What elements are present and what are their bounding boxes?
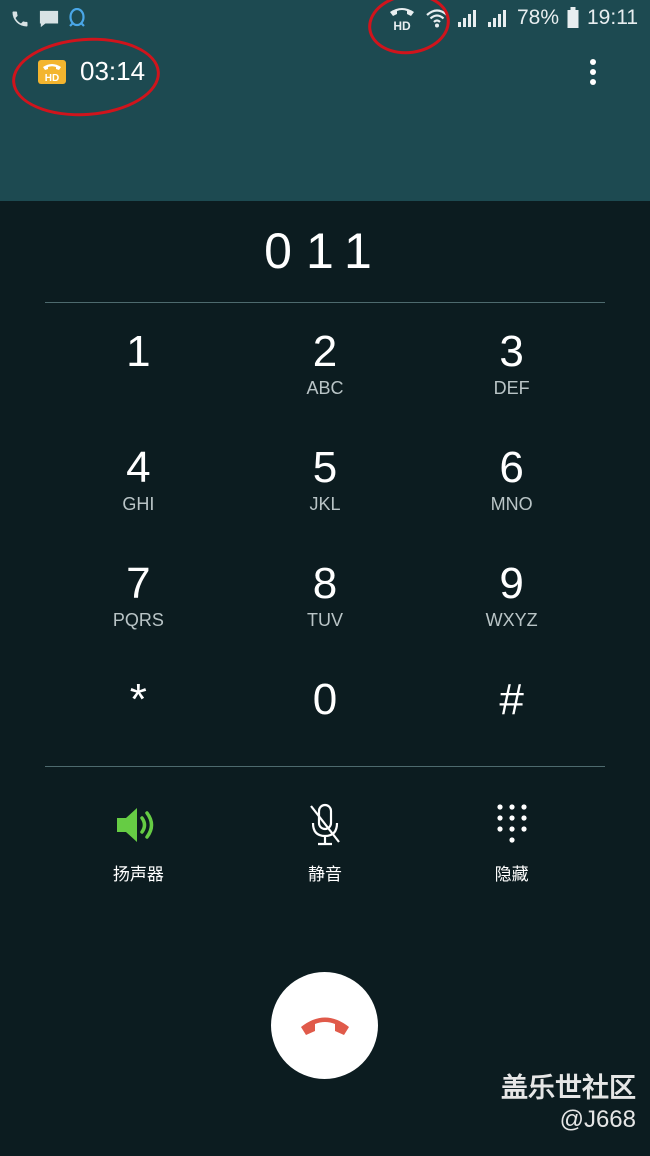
key-letters: GHI [122,494,155,514]
battery-icon [567,7,579,28]
speaker-button[interactable]: 扬声器 [45,800,232,885]
menu-dot-icon [590,69,596,75]
mic-off-icon [310,803,340,846]
speaker-icon [117,808,154,842]
hide-label: 隐藏 [494,865,529,885]
menu-dot-icon [590,79,596,85]
clock: 19:11 [587,6,638,29]
key-digit: 6 [499,443,524,492]
key-letters: PQRS [112,610,164,630]
key-star[interactable]: * [45,658,232,774]
key-1[interactable]: 1 [45,310,232,426]
key-digit: 4 [126,443,151,492]
key-digit: 8 [312,559,338,608]
key-letters: MNO [490,494,533,514]
key-5[interactable]: 5 JKL [232,426,419,542]
key-4[interactable]: 4 GHI [45,426,232,542]
key-3[interactable]: 3 DEF [418,310,605,426]
key-digit: 5 [312,443,338,492]
call-header: HD 78% 19:11 HD 03:14 [0,0,650,201]
mute-button[interactable]: 静音 [232,800,419,885]
menu-dot-icon [590,59,596,65]
signal-icon [457,10,476,27]
mute-label: 静音 [307,865,342,885]
phone-icon [12,11,28,27]
end-call-icon [300,1017,349,1035]
key-digit: 3 [499,327,524,376]
dialpad-icon [497,804,527,843]
call-timer: 03:14 [80,56,146,86]
hd-voice-icon: HD [38,59,66,84]
key-8[interactable]: 8 TUV [232,542,419,658]
key-digit: 2 [312,327,338,376]
hd-label: HD [45,73,59,84]
divider [45,302,605,303]
watermark-user: @J668 [559,1106,636,1133]
key-letters: JKL [309,494,341,514]
key-2[interactable]: 2 ABC [232,310,419,426]
annotation-ellipse-status [364,0,454,60]
key-digit: # [499,675,524,724]
divider [45,766,605,767]
call-info: HD 03:14 [38,56,145,87]
speaker-label: 扬声器 [112,865,164,885]
key-digit: 1 [126,327,151,376]
key-9[interactable]: 9 WXYZ [418,542,605,658]
end-call-button[interactable] [271,972,378,1079]
key-digit: 7 [126,559,151,608]
signal-icon [487,10,506,27]
qq-icon [69,8,85,27]
more-options-button[interactable] [580,54,606,90]
status-bar: HD 78% 19:11 [0,0,650,38]
key-letters: ABC [306,378,344,398]
key-0[interactable]: 0 [232,658,419,774]
key-letters: DEF [493,378,530,398]
dialpad: 1 2 ABC 3 DEF 4 GHI 5 JKL 6 MNO 7 PQRS 8 TUV 9W… [45,310,605,774]
battery-percent: 78% [516,6,559,29]
key-7[interactable]: 7 PQRS [45,542,232,658]
key-letters: TUV [306,610,343,630]
call-controls: 扬声器 静音 隐藏 [45,800,605,885]
watermark-title: 盖乐世社区 [501,1073,636,1104]
key-digit: 0 [312,675,338,724]
dialed-number: 011 [264,223,386,279]
key-digit: 9 [499,559,524,608]
key-hash[interactable]: # [418,658,605,774]
message-icon [39,10,59,28]
key-6[interactable]: 6 MNO [418,426,605,542]
hide-keypad-button[interactable]: 隐藏 [418,800,605,885]
key-digit: * [129,675,147,724]
key-letters: WXYZ [485,610,538,630]
